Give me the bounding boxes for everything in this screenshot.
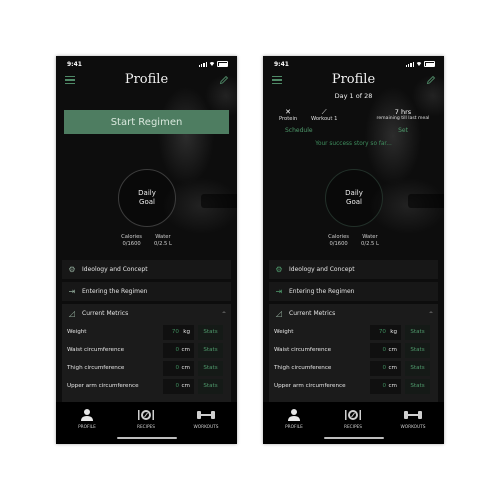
plate-cutlery-icon (345, 410, 361, 420)
gears-icon: ⚙ (275, 265, 283, 274)
phone-screen-profile-day1: 9:41 Profile Day 1 of 28 ✕ Protein ⟋ Wor… (263, 56, 444, 444)
status-bar: 9:41 (263, 56, 444, 72)
workout-pose-icon: ⟋ (321, 108, 327, 116)
metric-input[interactable]: 0 cm (163, 379, 194, 394)
person-icon (288, 409, 300, 421)
daily-goal-label-1: Daily (345, 189, 363, 197)
phone-screen-profile-initial: 9:41 Profile Start Regimen Daily Goal Ca… (56, 56, 237, 444)
stats-button[interactable]: Stats (405, 361, 430, 376)
daily-goal-ring[interactable]: Daily Goal (325, 169, 383, 227)
bottom-tab-bar: PROFILE RECIPES WORKOUTS (56, 402, 237, 444)
section-current-metrics[interactable]: ◿ Current Metrics (269, 304, 438, 323)
metric-row: Upper arm circumference 0 cm Stats (269, 379, 438, 395)
chevron-up-icon[interactable] (429, 311, 433, 313)
dumbbell-icon (197, 411, 215, 419)
tab-profile[interactable]: PROFILE (269, 408, 319, 430)
tab-workouts[interactable]: WORKOUTS (181, 408, 231, 430)
metric-input[interactable]: 0 cm (370, 379, 401, 394)
metric-input[interactable]: 70 kg (370, 325, 401, 340)
stats-button[interactable]: Stats (405, 343, 430, 358)
set-link[interactable]: Set (363, 127, 443, 134)
section-ideology[interactable]: ⚙ Ideology and Concept (269, 260, 438, 279)
bottom-tab-bar: PROFILE RECIPES WORKOUTS (263, 402, 444, 444)
water-stat: Water 0/2.5 L (154, 234, 172, 247)
status-time: 9:41 (274, 61, 289, 68)
daily-goal-ring[interactable]: Daily Goal (118, 169, 176, 227)
tab-recipes[interactable]: RECIPES (121, 408, 171, 430)
meal-timer: 7 hrs remaining till last meal (376, 108, 430, 121)
calories-stat: Calories 0/1600 (121, 234, 143, 247)
daily-stats: Calories 0/1600 Water 0/2.5 L (56, 234, 237, 248)
pencil-icon[interactable] (219, 75, 229, 85)
signal-icon (405, 62, 414, 67)
chevron-up-icon[interactable] (222, 311, 226, 313)
section-entering-regimen[interactable]: ⇥ Entering the Regimen (269, 282, 438, 301)
metric-row: Weight 70 kg Stats (269, 325, 438, 341)
home-indicator (323, 437, 384, 439)
enter-door-icon: ⇥ (275, 287, 283, 296)
gears-icon: ⚙ (68, 265, 76, 274)
metric-row: Waist circumference 0 cm Stats (269, 343, 438, 359)
stats-button[interactable]: Stats (198, 325, 223, 340)
schedule-link[interactable]: Schedule (285, 127, 313, 134)
stats-button[interactable]: Stats (198, 361, 223, 376)
enter-door-icon: ⇥ (68, 287, 76, 296)
section-current-metrics[interactable]: ◿ Current Metrics (62, 304, 231, 323)
day-counter: Day 1 of 28 (334, 92, 373, 100)
metric-input[interactable]: 0 cm (370, 361, 401, 376)
section-ideology[interactable]: ⚙ Ideology and Concept (62, 260, 231, 279)
plate-cutlery-icon (138, 410, 154, 420)
metrics-list: Weight 70 kg Stats Waist circumference 0c… (62, 323, 231, 403)
page-title: Profile (124, 72, 169, 87)
schedule-panel: ✕ Protein ⟋ Workout 1 Schedule 7 hrs rem… (263, 108, 444, 144)
metrics-list: Weight 70 kg Stats Waist circumference 0c… (269, 323, 438, 403)
cross-cutlery-icon: ✕ (285, 108, 292, 116)
stats-button[interactable]: Stats (198, 343, 223, 358)
wifi-icon (209, 62, 215, 66)
metric-row: Upper arm circumference 0 cm Stats (62, 379, 231, 395)
metric-row: Weight 70 kg Stats (62, 325, 231, 341)
daily-goal-label-1: Daily (138, 189, 156, 197)
schedule-item-protein[interactable]: ✕ Protein (279, 108, 297, 122)
metric-row: Thigh circumference 0 cm Stats (269, 361, 438, 377)
water-stat: Water 0/2.5 L (361, 234, 379, 247)
wifi-icon (416, 62, 422, 66)
metric-row: Thigh circumference 0 cm Stats (62, 361, 231, 377)
pencil-icon[interactable] (426, 75, 436, 85)
metric-input[interactable]: 0 cm (163, 343, 194, 358)
tab-profile[interactable]: PROFILE (62, 408, 112, 430)
dumbbell-icon (404, 411, 422, 419)
tab-workouts[interactable]: WORKOUTS (388, 408, 438, 430)
section-entering-regimen[interactable]: ⇥ Entering the Regimen (62, 282, 231, 301)
calories-stat: Calories 0/1600 (328, 234, 350, 247)
daily-goal-label-2: Goal (346, 198, 362, 206)
person-icon (81, 409, 93, 421)
stats-button[interactable]: Stats (405, 379, 430, 394)
stats-button[interactable]: Stats (405, 325, 430, 340)
daily-goal-label-2: Goal (139, 198, 155, 206)
status-time: 9:41 (67, 61, 82, 68)
tab-recipes[interactable]: RECIPES (328, 408, 378, 430)
metric-input[interactable]: 0 cm (163, 361, 194, 376)
metric-input[interactable]: 70 kg (163, 325, 194, 340)
daily-stats: Calories 0/1600 Water 0/2.5 L (263, 234, 444, 248)
signal-icon (198, 62, 207, 67)
metric-row: Waist circumference 0 cm Stats (62, 343, 231, 359)
page-title: Profile (331, 72, 376, 87)
success-story-link[interactable]: Your success story so far... (263, 141, 444, 147)
stats-button[interactable]: Stats (198, 379, 223, 394)
home-indicator (116, 437, 177, 439)
battery-icon (217, 61, 228, 67)
battery-icon (424, 61, 435, 67)
set-square-icon: ◿ (68, 309, 76, 318)
schedule-item-workout[interactable]: ⟋ Workout 1 (311, 108, 337, 122)
status-bar: 9:41 (56, 56, 237, 72)
start-regimen-button[interactable]: Start Regimen (64, 110, 229, 134)
metric-input[interactable]: 0 cm (370, 343, 401, 358)
set-square-icon: ◿ (275, 309, 283, 318)
